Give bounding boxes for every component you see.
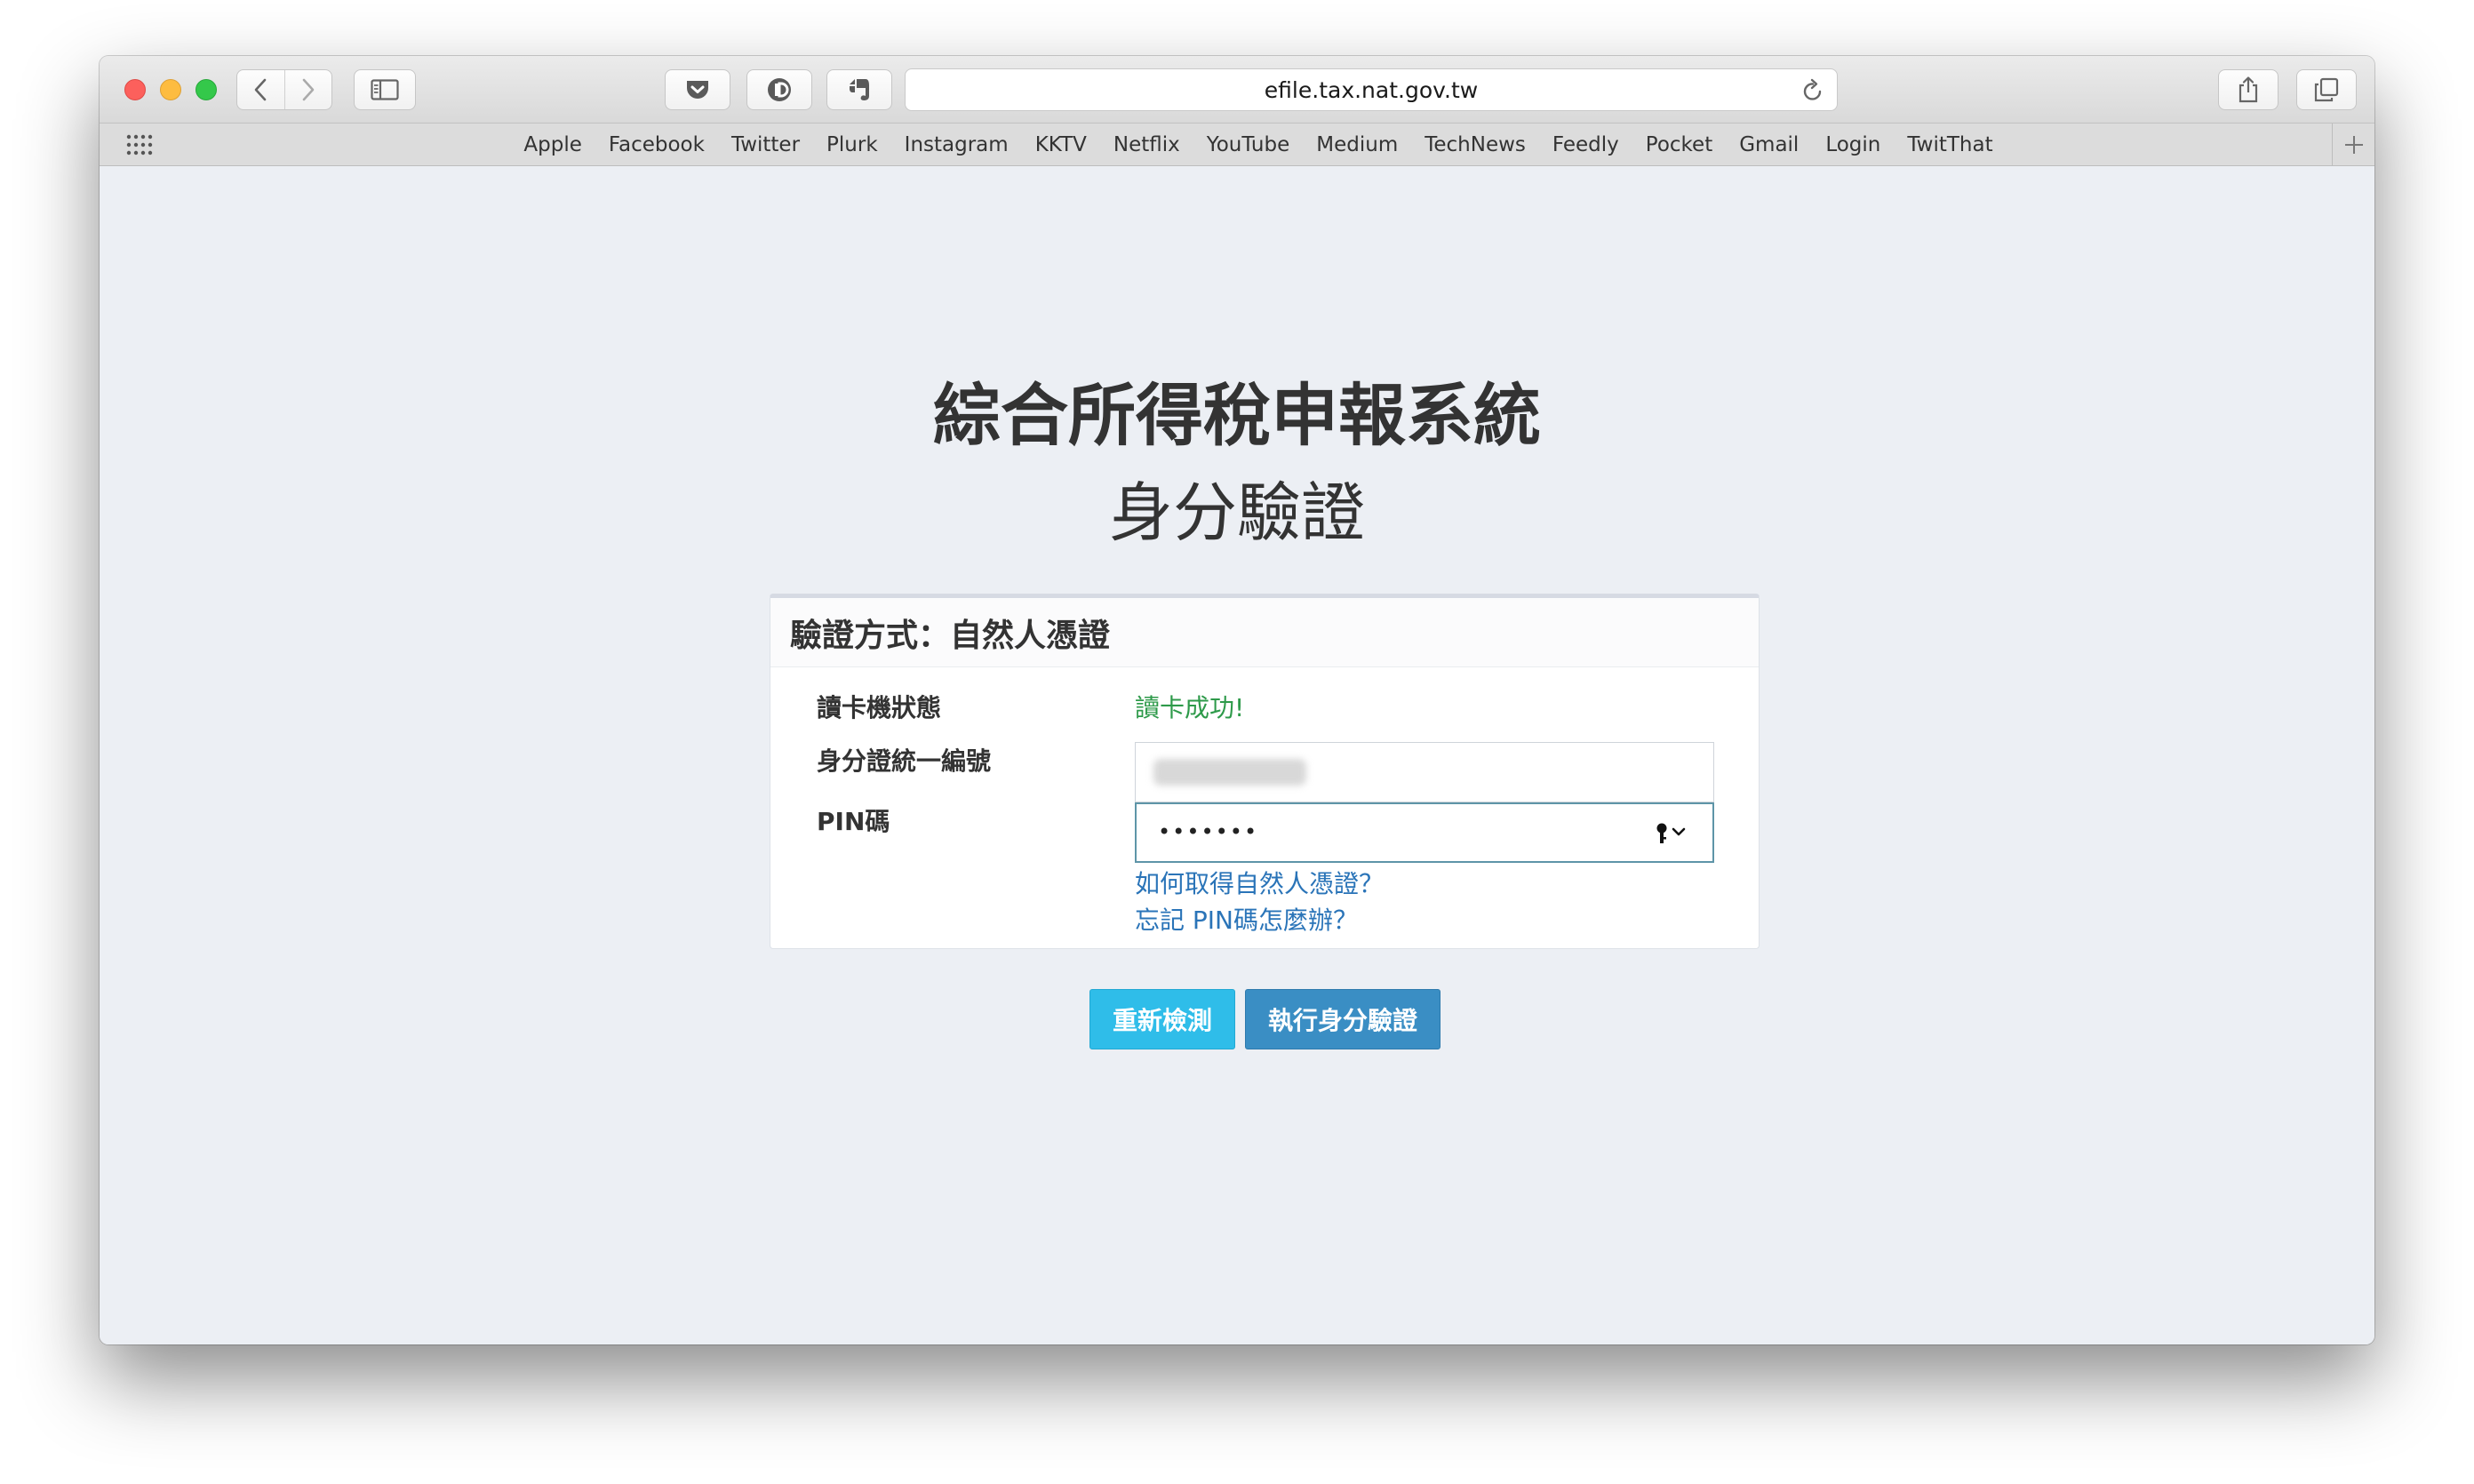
forward-button[interactable] (283, 70, 331, 109)
password-key-icon[interactable] (1656, 822, 1691, 845)
page-title: 綜合所得稅申報系統 (933, 376, 1541, 455)
favorite-link[interactable]: Twitter (731, 133, 800, 156)
back-button[interactable] (237, 70, 284, 109)
pin-input[interactable]: ••••••• (1135, 802, 1714, 863)
address-url: efile.tax.nat.gov.tw (1264, 76, 1479, 103)
instapaper-icon (768, 78, 791, 101)
browser-toolbar: efile.tax.nat.gov.tw (100, 56, 2374, 124)
favorite-link[interactable]: Feedly (1552, 133, 1619, 156)
close-window-button[interactable] (124, 79, 146, 100)
id-number-label: 身分證統一編號 (817, 746, 992, 776)
favorite-link[interactable]: Apple (523, 133, 581, 156)
favorite-link[interactable]: Medium (1316, 133, 1398, 156)
favorite-link[interactable]: Instagram (905, 133, 1009, 156)
reader-status-label: 讀卡機狀態 (817, 693, 942, 722)
pocket-button[interactable] (665, 69, 730, 110)
plus-icon (2344, 136, 2363, 154)
verification-panel: 驗證方式：自然人憑證 讀卡機狀態 讀卡成功! 身分證統一編號 PIN碼 ••••… (770, 594, 1760, 949)
new-tab-button[interactable] (2332, 124, 2374, 166)
favorite-link[interactable]: KKTV (1035, 133, 1087, 156)
share-button[interactable] (2218, 69, 2278, 110)
sidebar-icon (371, 79, 399, 100)
navigation-buttons (236, 69, 332, 110)
pin-masked-value: ••••••• (1158, 819, 1259, 844)
favorite-link[interactable]: TechNews (1425, 133, 1526, 156)
browser-window: efile.tax.nat.gov.tw Apple Facebook Twit… (100, 56, 2374, 1344)
reload-icon[interactable] (1801, 78, 1824, 103)
evernote-icon (850, 79, 869, 100)
recheck-button[interactable]: 重新檢測 (1089, 989, 1235, 1049)
panel-heading: 驗證方式：自然人憑證 (770, 598, 1759, 667)
id-number-input[interactable] (1135, 742, 1714, 802)
how-to-get-certificate-link[interactable]: 如何取得自然人憑證？ (1135, 865, 1384, 900)
page-subtitle: 身分驗證 (1108, 475, 1365, 550)
forgot-pin-link[interactable]: 忘記 PIN碼怎麼辦？ (1135, 901, 1358, 937)
favorites-bar: Apple Facebook Twitter Plurk Instagram K… (100, 124, 2374, 166)
favorites-list: Apple Facebook Twitter Plurk Instagram K… (100, 124, 2374, 166)
chevron-left-icon (255, 78, 267, 101)
favorite-link[interactable]: Plurk (826, 133, 878, 156)
favorite-link[interactable]: Gmail (1739, 133, 1799, 156)
evernote-button[interactable] (826, 69, 892, 110)
sidebar-button[interactable] (354, 69, 416, 110)
reader-status-value: 讀卡成功! (1135, 693, 1245, 722)
minimize-window-button[interactable] (160, 79, 181, 100)
verify-identity-button[interactable]: 執行身分驗證 (1245, 989, 1441, 1049)
tabs-overview-button[interactable] (2296, 69, 2357, 110)
id-number-redacted (1153, 759, 1306, 786)
chevron-right-icon (302, 78, 315, 101)
page-content: 綜合所得稅申報系統 身分驗證 驗證方式：自然人憑證 讀卡機狀態 讀卡成功! 身分… (100, 167, 2374, 1344)
zoom-window-button[interactable] (196, 79, 217, 100)
favorite-link[interactable]: TwitThat (1907, 133, 1992, 156)
favorite-link[interactable]: Login (1825, 133, 1880, 156)
instapaper-button[interactable] (746, 69, 812, 110)
favorite-link[interactable]: YouTube (1207, 133, 1290, 156)
share-icon (2239, 76, 2258, 103)
favorite-link[interactable]: Facebook (609, 133, 705, 156)
favorite-link[interactable]: Netflix (1113, 133, 1180, 156)
pocket-icon (687, 81, 708, 99)
address-bar[interactable]: efile.tax.nat.gov.tw (905, 68, 1838, 111)
favorite-link[interactable]: Pocket (1646, 133, 1712, 156)
tabs-overview-icon (2314, 77, 2339, 102)
pin-label: PIN碼 (817, 807, 890, 836)
